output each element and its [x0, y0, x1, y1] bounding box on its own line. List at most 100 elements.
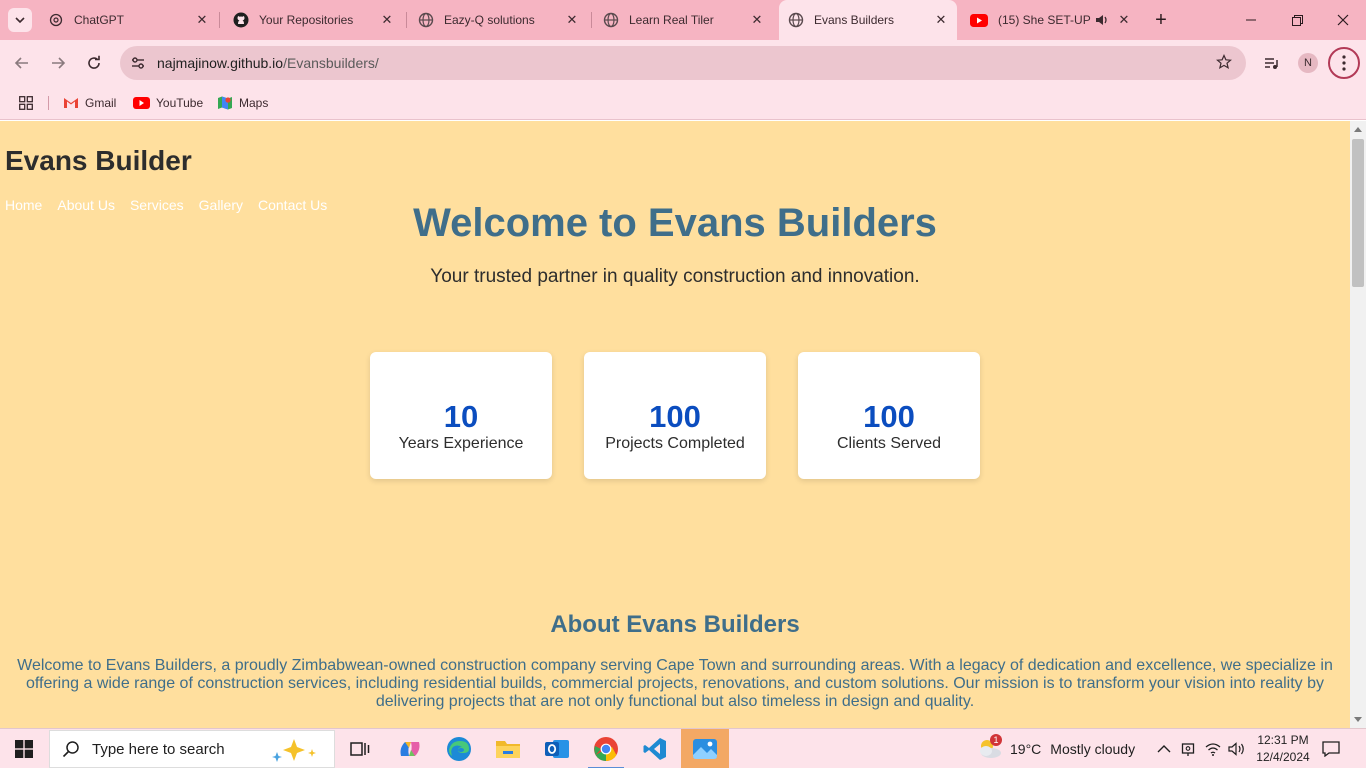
- tab-title: ChatGPT: [74, 13, 125, 27]
- window-close-button[interactable]: [1320, 0, 1366, 40]
- tab-title: Learn Real Tiler: [629, 13, 714, 27]
- tab-title: Eazy-Q solutions: [444, 13, 535, 27]
- stat-card-experience: 10 Years Experience: [370, 352, 552, 479]
- tab-eazy-q-solutions[interactable]: Eazy-Q solutions ✕: [414, 0, 592, 40]
- folder-icon: [496, 741, 520, 758]
- notification-center-button[interactable]: [1322, 729, 1344, 768]
- tab-your-repositories[interactable]: Your Repositories ✕: [229, 0, 407, 40]
- copilot-icon: [400, 742, 420, 756]
- start-button[interactable]: [0, 729, 48, 768]
- globe-icon: [603, 12, 619, 28]
- speaker-icon[interactable]: [1094, 12, 1110, 28]
- meet-now-icon: [1181, 743, 1195, 756]
- tab-youtube-video[interactable]: (15) She SET-UP I ✕: [966, 0, 1136, 40]
- tab-evans-builders[interactable]: Evans Builders ✕: [779, 0, 957, 40]
- scroll-up-icon[interactable]: [1354, 127, 1362, 132]
- vscode-app[interactable]: [631, 729, 679, 768]
- photos-icon: [693, 739, 717, 759]
- site-info-icon[interactable]: [128, 53, 148, 73]
- close-icon[interactable]: ✕: [379, 12, 395, 28]
- weather-alert-badge: 1: [990, 734, 1002, 746]
- bookmark-gmail[interactable]: Gmail: [63, 93, 116, 113]
- chevron-down-icon: [15, 17, 25, 24]
- weather-widget[interactable]: 1 19°C Mostly cloudy: [976, 729, 1135, 768]
- tab-separator: [219, 12, 220, 28]
- copilot-sparkle-icon: [272, 739, 316, 762]
- profile-avatar[interactable]: N: [1298, 53, 1318, 73]
- media-control-button[interactable]: [1256, 47, 1288, 79]
- restore-icon: [1291, 14, 1303, 26]
- windows-logo-icon: [15, 740, 33, 758]
- restore-button[interactable]: [1274, 0, 1320, 40]
- close-icon[interactable]: ✕: [194, 12, 210, 28]
- page-scrollbar[interactable]: [1350, 121, 1366, 728]
- back-button[interactable]: [6, 47, 38, 79]
- tab-learn-real-tiler[interactable]: Learn Real Tiler ✕: [599, 0, 777, 40]
- bookmarks-bar: Gmail YouTube Maps: [0, 86, 1366, 120]
- speaker-icon: [1228, 742, 1244, 756]
- photos-app[interactable]: [681, 729, 729, 768]
- scrollbar-thumb[interactable]: [1352, 139, 1364, 287]
- hero-subtitle: Your trusted partner in quality construc…: [430, 266, 920, 287]
- tray-overflow-button[interactable]: [1157, 729, 1173, 768]
- address-bar[interactable]: najmajinow.github.io/Evansbuilders/: [120, 46, 1246, 80]
- tab-title: Your Repositories: [259, 13, 354, 27]
- outlook-icon: [545, 740, 569, 758]
- maps-icon: [217, 95, 233, 111]
- weather-cloud-icon: 1: [976, 734, 1002, 761]
- close-icon[interactable]: ✕: [749, 12, 765, 28]
- weather-description: Mostly cloudy: [1050, 741, 1136, 757]
- stat-card-clients: 100 Clients Served: [798, 352, 980, 479]
- bookmark-star-icon[interactable]: [1216, 54, 1232, 75]
- copilot-app[interactable]: [386, 729, 434, 768]
- minimize-button[interactable]: [1228, 0, 1274, 40]
- stat-value: 100: [649, 399, 701, 434]
- chrome-app[interactable]: [582, 729, 630, 768]
- edge-app[interactable]: [435, 729, 483, 768]
- windows-taskbar: Type here to search 1 19°C Mostly cloudy: [0, 728, 1366, 768]
- forward-button[interactable]: [42, 47, 74, 79]
- close-icon: [1337, 14, 1349, 26]
- apps-button[interactable]: [18, 93, 40, 113]
- taskbar-search[interactable]: Type here to search: [49, 730, 335, 768]
- bookmark-label: YouTube: [156, 96, 204, 110]
- bookmark-label: Maps: [239, 96, 269, 110]
- scroll-down-icon[interactable]: [1354, 717, 1362, 722]
- outlook-app[interactable]: [533, 729, 581, 768]
- reload-button[interactable]: [78, 47, 110, 79]
- url-host: najmajinow.github.io: [157, 55, 284, 71]
- notification-icon: [1322, 741, 1340, 757]
- close-icon[interactable]: ✕: [933, 12, 949, 28]
- tray-meet-now[interactable]: [1181, 729, 1197, 768]
- taskbar-clock[interactable]: 12:31 PM 12/4/2024: [1256, 732, 1310, 766]
- new-tab-button[interactable]: +: [1138, 0, 1184, 40]
- close-icon[interactable]: ✕: [564, 12, 580, 28]
- arrow-right-icon: [52, 57, 66, 69]
- bookmarks-divider: [48, 96, 49, 110]
- clock-time: 12:31 PM: [1257, 733, 1309, 747]
- close-icon[interactable]: ✕: [1116, 12, 1132, 28]
- reload-icon: [88, 55, 100, 69]
- tab-separator: [591, 12, 592, 28]
- site-brand[interactable]: Evans Builder: [5, 145, 192, 177]
- edge-icon: [447, 737, 471, 761]
- tray-volume[interactable]: [1228, 729, 1246, 768]
- about-paragraph: Welcome to Evans Builders, a proudly Zim…: [17, 657, 1333, 710]
- stat-value: 10: [443, 399, 479, 434]
- bookmark-youtube[interactable]: YouTube: [132, 93, 203, 113]
- task-view-button[interactable]: [336, 729, 384, 768]
- stat-label: Projects Completed: [605, 435, 745, 452]
- bookmark-label: Gmail: [85, 96, 117, 110]
- browser-menu-button[interactable]: [1328, 47, 1360, 79]
- tab-chatgpt[interactable]: ChatGPT ✕: [44, 0, 220, 40]
- tab-search-button[interactable]: [8, 8, 32, 32]
- url-text: najmajinow.github.io/Evansbuilders/: [157, 55, 379, 71]
- url-path: /Evansbuilders/: [283, 55, 379, 71]
- file-explorer-app[interactable]: [484, 729, 532, 768]
- globe-icon: [788, 12, 804, 28]
- vscode-icon: [643, 738, 666, 760]
- minimize-icon: [1246, 19, 1256, 21]
- tray-network[interactable]: [1205, 729, 1223, 768]
- kebab-menu-icon: [1342, 55, 1346, 71]
- bookmark-maps[interactable]: Maps: [217, 93, 268, 113]
